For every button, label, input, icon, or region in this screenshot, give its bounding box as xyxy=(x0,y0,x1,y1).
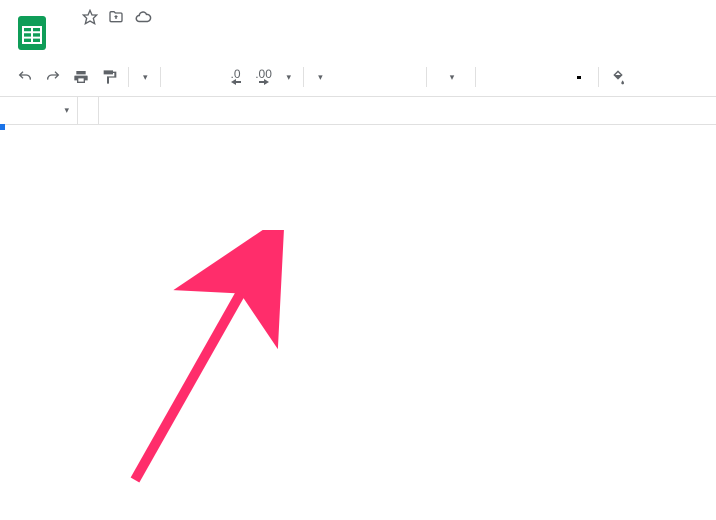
text-color-button[interactable] xyxy=(566,64,592,90)
italic-button[interactable] xyxy=(510,64,536,90)
fill-color-icon[interactable] xyxy=(605,64,631,90)
menu-insert[interactable] xyxy=(108,35,122,43)
font-size-dropdown[interactable] xyxy=(433,68,469,87)
font-dropdown[interactable] xyxy=(310,68,420,87)
menu-format[interactable] xyxy=(124,35,138,43)
move-folder-icon[interactable] xyxy=(108,9,124,30)
print-icon[interactable] xyxy=(68,64,94,90)
menu-view[interactable] xyxy=(92,35,106,43)
paint-format-icon[interactable] xyxy=(96,64,122,90)
toolbar: .0 .00 xyxy=(0,58,716,97)
sheets-logo[interactable] xyxy=(12,12,52,52)
fx-label xyxy=(78,97,99,124)
active-cell-outline xyxy=(0,125,4,129)
bold-button[interactable] xyxy=(482,64,508,90)
menu-file[interactable] xyxy=(60,35,74,43)
annotation-arrow xyxy=(120,230,300,490)
currency-button[interactable] xyxy=(167,64,193,90)
menu-extensions[interactable] xyxy=(172,35,186,43)
star-icon[interactable] xyxy=(82,9,98,30)
edit-status[interactable] xyxy=(204,35,220,43)
undo-icon[interactable] xyxy=(12,64,38,90)
menu-data[interactable] xyxy=(140,35,154,43)
menu-edit[interactable] xyxy=(76,35,90,43)
name-box[interactable]: ▾ xyxy=(0,97,78,124)
doc-title[interactable] xyxy=(60,18,72,22)
menu-help[interactable] xyxy=(188,35,202,43)
more-formats-button[interactable] xyxy=(279,68,298,87)
redo-icon[interactable] xyxy=(40,64,66,90)
menu-tools[interactable] xyxy=(156,35,170,43)
decrease-decimal-button[interactable]: .0 xyxy=(223,64,249,90)
increase-decimal-button[interactable]: .00 xyxy=(251,64,277,90)
cloud-status-icon[interactable] xyxy=(134,8,152,31)
percent-button[interactable] xyxy=(195,64,221,90)
strikethrough-button[interactable] xyxy=(538,64,564,90)
formula-bar[interactable] xyxy=(99,97,716,124)
menu-bar xyxy=(60,35,704,43)
zoom-dropdown[interactable] xyxy=(135,68,154,87)
